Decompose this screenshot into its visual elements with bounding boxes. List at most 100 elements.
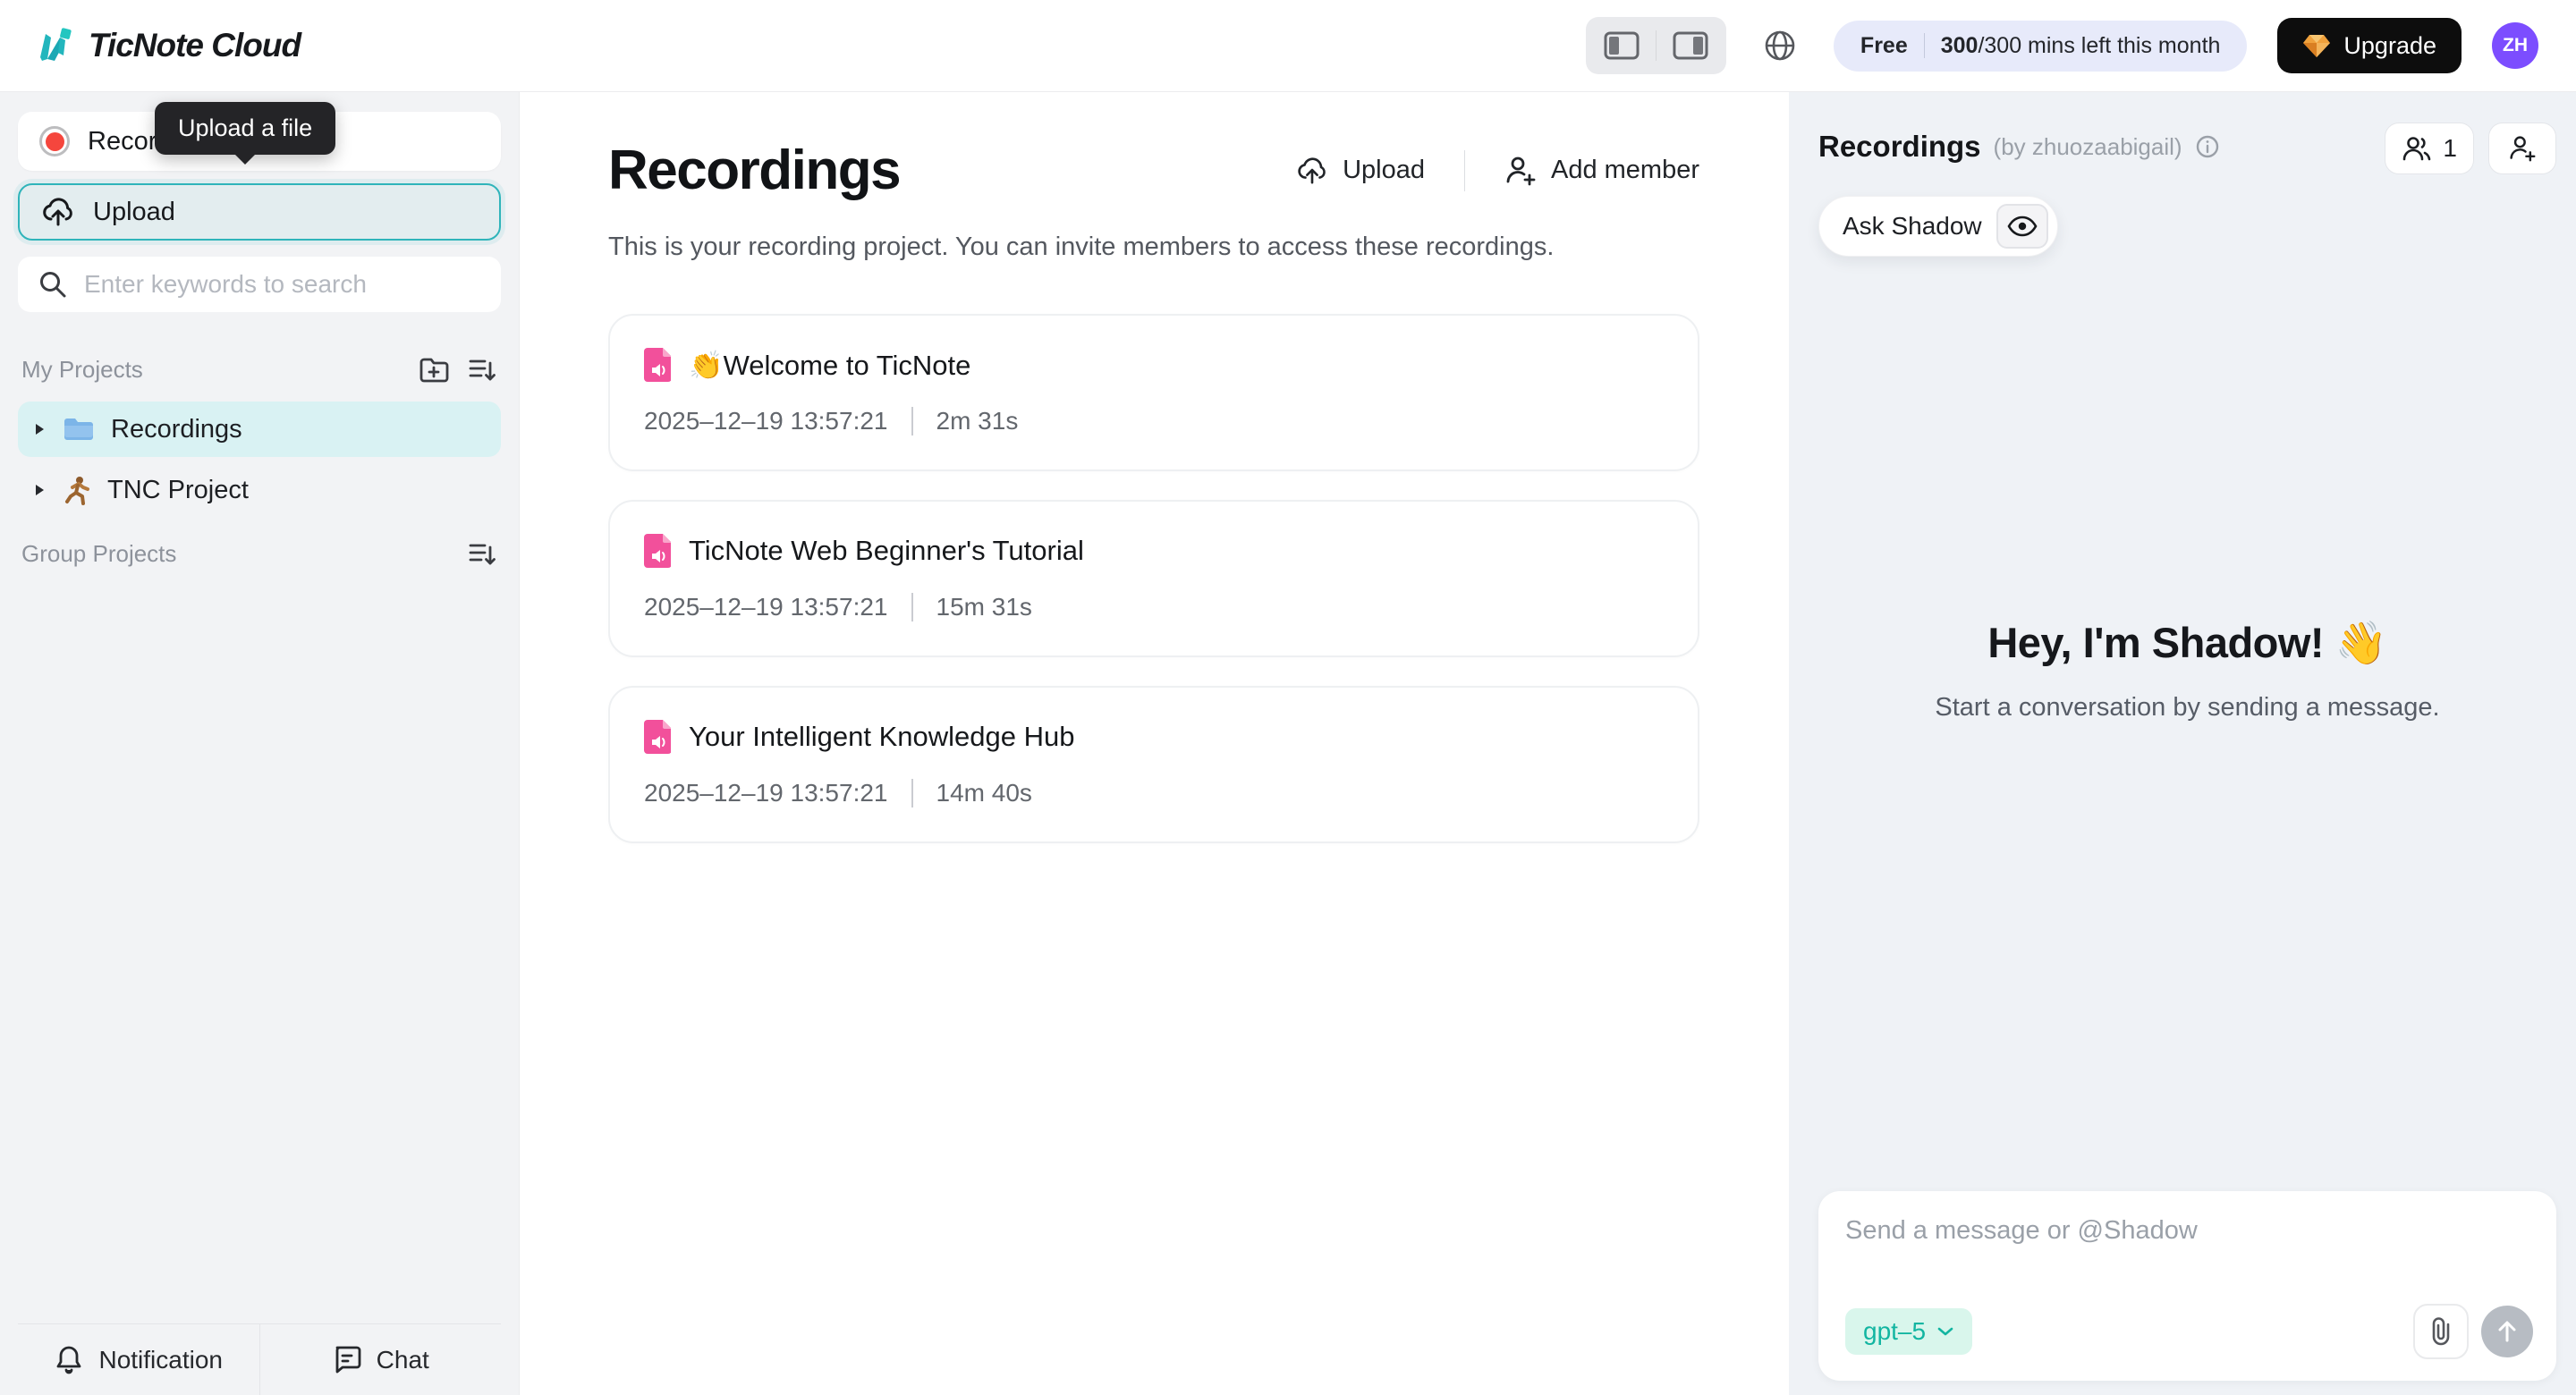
group-projects-header: Group Projects	[18, 539, 501, 568]
send-button[interactable]	[2481, 1306, 2533, 1357]
audio-file-icon	[644, 720, 671, 754]
audio-file-icon	[644, 534, 671, 568]
sidebar-footer: Notification Chat	[18, 1323, 501, 1395]
add-member-icon	[1504, 156, 1537, 186]
app-title: TicNote Cloud	[89, 27, 301, 64]
members-icon	[2402, 135, 2432, 162]
toggle-separator	[1656, 30, 1657, 61]
ask-shadow-label: Ask Shadow	[1843, 212, 1982, 241]
globe-icon	[1762, 28, 1798, 63]
main-title-row: Recordings Upload	[608, 139, 1699, 202]
add-member-button[interactable]: Add member	[1504, 156, 1699, 186]
chat-bubble-icon	[332, 1345, 362, 1375]
new-project-button[interactable]	[419, 355, 449, 384]
sort-icon	[467, 355, 497, 384]
sort-projects-button[interactable]	[467, 355, 497, 384]
user-avatar[interactable]: ZH	[2492, 22, 2538, 69]
sort-group-projects-button[interactable]	[467, 539, 497, 568]
meta-divider	[911, 779, 913, 807]
my-projects-label: My Projects	[21, 356, 143, 384]
record-dot-icon	[39, 126, 70, 156]
bell-icon	[54, 1344, 84, 1376]
search-input[interactable]	[84, 270, 481, 299]
recording-list: 👏Welcome to TicNote 2025–12–19 13:57:21 …	[608, 314, 1699, 843]
cloud-upload-icon	[1296, 156, 1328, 185]
toggle-left-panel-button[interactable]	[1593, 22, 1650, 69]
chat-button[interactable]: Chat	[259, 1324, 502, 1395]
plan-minutes-quota: /300 mins left this month	[1978, 33, 2220, 58]
panel-left-icon	[1604, 31, 1640, 60]
plan-badge[interactable]: Free 300/300 mins left this month	[1834, 21, 2248, 72]
app-window: TicNote Cloud	[0, 0, 2576, 1395]
recording-date: 2025–12–19 13:57:21	[644, 593, 888, 621]
recording-duration: 2m 31s	[936, 407, 1019, 435]
group-projects-label: Group Projects	[21, 540, 176, 568]
language-button[interactable]	[1757, 22, 1803, 69]
panel-title: Recordings	[1818, 130, 1981, 164]
logo-icon	[33, 25, 74, 66]
main-content: Recordings Upload	[520, 92, 1789, 1395]
upgrade-button[interactable]: Upgrade	[2277, 18, 2462, 73]
recording-title: Your Intelligent Knowledge Hub	[689, 721, 1074, 753]
recording-card[interactable]: 👏Welcome to TicNote 2025–12–19 13:57:21 …	[608, 314, 1699, 471]
cloud-upload-icon	[41, 197, 75, 227]
main-actions: Upload Add member	[1296, 150, 1699, 191]
sidebar: Upload a file Record Upload	[0, 92, 520, 1395]
members-button[interactable]: 1	[2385, 123, 2474, 174]
app-body: Upload a file Record Upload	[0, 92, 2576, 1395]
paperclip-icon	[2428, 1316, 2454, 1347]
recording-title: 👏Welcome to TicNote	[689, 349, 970, 382]
eye-icon	[2007, 216, 2038, 237]
sidebar-item-tnc-project[interactable]: TNC Project	[18, 462, 501, 518]
top-header: TicNote Cloud	[0, 0, 2576, 92]
plan-minutes: 300/300 mins left this month	[1941, 33, 2221, 59]
info-icon[interactable]	[2195, 134, 2220, 159]
search-icon	[38, 269, 68, 300]
upload-label: Upload	[93, 198, 175, 227]
app-logo[interactable]: TicNote Cloud	[33, 25, 301, 66]
recording-card[interactable]: TicNote Web Beginner's Tutorial 2025–12–…	[608, 500, 1699, 657]
model-selector[interactable]: gpt–5	[1845, 1308, 1972, 1355]
recording-duration: 14m 40s	[936, 779, 1032, 807]
plan-name: Free	[1860, 33, 1908, 59]
meta-divider	[911, 593, 913, 621]
model-label: gpt–5	[1863, 1317, 1926, 1346]
shadow-chat-panel: Recordings (by zhuozaabigail)	[1789, 92, 2576, 1395]
recording-meta: 2025–12–19 13:57:21 2m 31s	[644, 407, 1664, 435]
actions-divider	[1464, 150, 1465, 191]
upload-button[interactable]: Upload	[18, 183, 501, 241]
search-box	[18, 257, 501, 312]
recording-card[interactable]: Your Intelligent Knowledge Hub 2025–12–1…	[608, 686, 1699, 843]
notification-label: Notification	[98, 1346, 223, 1374]
upload-tooltip-text: Upload a file	[178, 114, 312, 141]
chat-label: Chat	[377, 1346, 429, 1374]
shadow-greeting: Hey, I'm Shadow! 👋	[1987, 618, 2386, 668]
attach-file-button[interactable]	[2413, 1304, 2469, 1359]
message-input[interactable]	[1845, 1216, 2533, 1279]
panel-right-icon	[1673, 31, 1708, 60]
add-member-icon	[2508, 135, 2537, 162]
shadow-greeting-sub: Start a conversation by sending a messag…	[1935, 693, 2439, 723]
recording-date: 2025–12–19 13:57:21	[644, 407, 888, 435]
notification-button[interactable]: Notification	[18, 1324, 259, 1395]
plan-minutes-left: 300	[1941, 33, 1979, 58]
shadow-welcome: Hey, I'm Shadow! 👋 Start a conversation …	[1818, 257, 2556, 1191]
toggle-right-panel-button[interactable]	[1662, 22, 1719, 69]
send-icon	[2496, 1319, 2519, 1344]
sidebar-item-recordings[interactable]: Recordings	[18, 402, 501, 457]
caret-right-icon	[32, 482, 47, 498]
caret-right-icon	[32, 421, 47, 437]
page-description: This is your recording project. You can …	[608, 232, 1699, 262]
eye-toggle[interactable]	[1996, 204, 2048, 249]
recording-duration: 15m 31s	[936, 593, 1032, 621]
add-member-label: Add member	[1551, 156, 1699, 185]
project-name: TNC Project	[107, 476, 249, 505]
panel-add-member-button[interactable]	[2488, 123, 2556, 174]
upgrade-label: Upgrade	[2343, 32, 2436, 60]
main-upload-button[interactable]: Upload	[1296, 156, 1425, 185]
ask-shadow-button[interactable]: Ask Shadow	[1818, 196, 2058, 257]
audio-file-icon	[644, 348, 671, 382]
my-projects-header: My Projects	[18, 355, 501, 384]
panel-toggle-group	[1586, 17, 1726, 74]
folder-plus-icon	[419, 355, 449, 384]
